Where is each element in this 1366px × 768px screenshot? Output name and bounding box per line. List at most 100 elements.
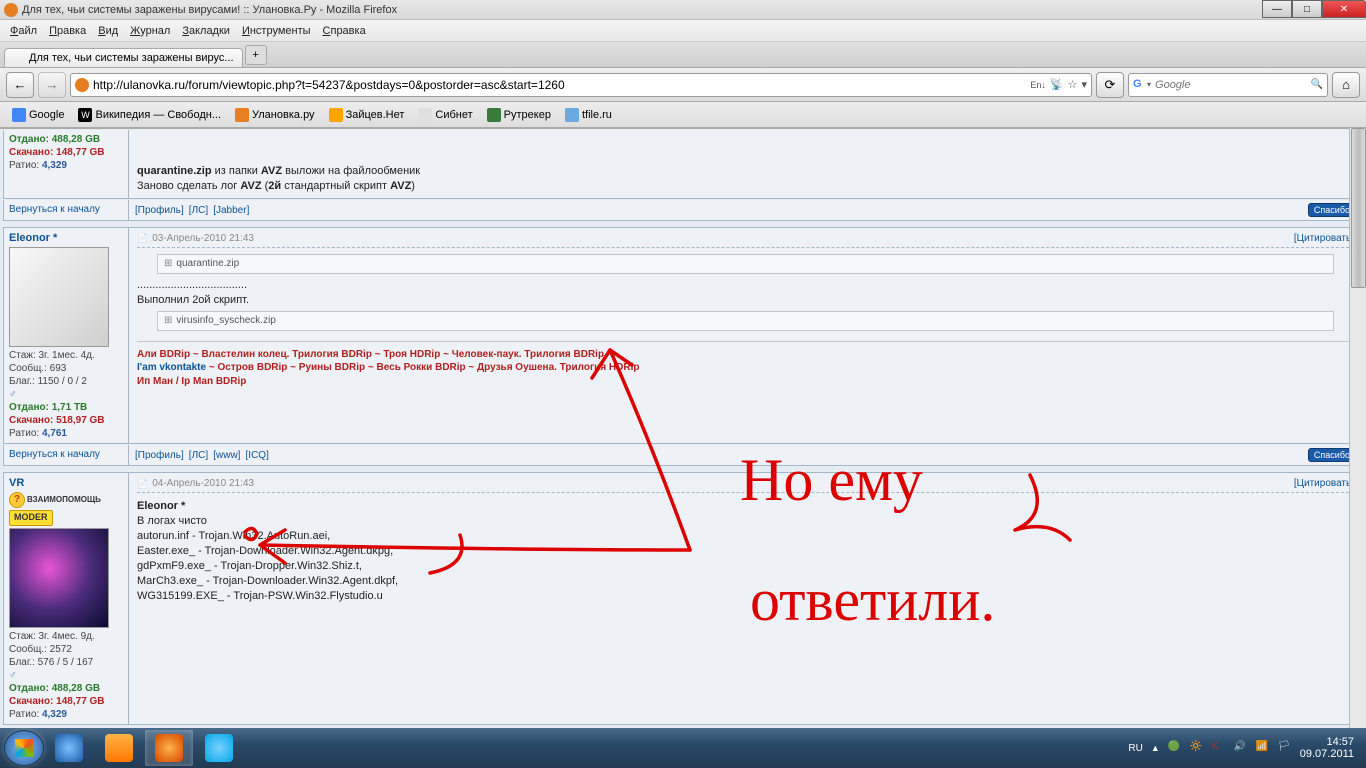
tray-icon-1[interactable]: 🟢 — [1168, 741, 1182, 755]
tab-current[interactable]: Для тех, чьи системы заражены вирус... — [4, 48, 243, 67]
bookmarks-bar: Google WВикипедия — Свободн... Улановка.… — [0, 102, 1366, 128]
attachment-box[interactable]: virusinfo_syscheck.zip — [157, 311, 1334, 331]
url-bar[interactable]: En↓ 📡 ☆ ▾ — [70, 73, 1092, 97]
page-content: Отдано: 488,28 GB Скачано: 148,77 GB Рат… — [0, 128, 1366, 728]
reload-button[interactable]: ⟳ — [1096, 72, 1124, 98]
user-column: Отдано: 488,28 GB Скачано: 148,77 GB Рат… — [4, 130, 129, 198]
bookmark-star-icon[interactable]: ☆ — [1068, 78, 1078, 91]
icq-link[interactable]: ICQ — [246, 450, 269, 461]
site-favicon-icon — [75, 78, 89, 92]
user-column: Eleonor * Стаж: 3г. 1мес. 4д. Сообщ.: 69… — [4, 228, 129, 443]
window-close-button[interactable]: ✕ — [1322, 0, 1366, 18]
user-column: VR ? ВЗАИМОПОМОЩЬ MODER Стаж: 3г. 4мес. … — [4, 473, 129, 724]
zaycev-icon — [329, 108, 343, 122]
language-indicator[interactable]: RU — [1128, 743, 1142, 754]
google-icon — [12, 108, 26, 122]
attachment-box[interactable]: quarantine.zip — [157, 254, 1334, 274]
back-to-top-link[interactable]: Вернуться к началу — [9, 204, 100, 215]
system-tray: RU ▲ 🟢 🔆 K 🔊 📶 🏳 14:57 09.07.2011 — [1128, 736, 1362, 760]
wikipedia-icon: W — [78, 108, 92, 122]
pm-link[interactable]: ЛС — [189, 450, 208, 461]
post-date: 04-Апрель-2010 21:43 — [137, 477, 254, 491]
moder-badge: MODER — [9, 510, 53, 526]
back-button[interactable]: ← — [6, 72, 34, 98]
search-input[interactable] — [1151, 79, 1311, 91]
tab-favicon-icon — [13, 52, 25, 64]
taskbar-item-firefox[interactable] — [145, 730, 193, 766]
tray-arrow-icon[interactable]: ▲ — [1151, 743, 1160, 753]
taskbar-item-wmp[interactable] — [95, 730, 143, 766]
search-go-icon[interactable]: 🔍 — [1311, 79, 1323, 90]
search-box[interactable]: G ▾ 🔍 — [1128, 73, 1328, 97]
ulanovka-icon — [235, 108, 249, 122]
quote-button[interactable]: Цитировать — [1294, 477, 1354, 491]
signature: Али BDRip ~ Властелин колец. Трилогия BD… — [137, 341, 1354, 389]
post-date: 03-Апрель-2010 21:43 — [137, 232, 254, 246]
profile-link[interactable]: Профиль — [135, 205, 184, 216]
windows-logo-icon — [15, 739, 33, 757]
tab-new-button[interactable]: + — [245, 45, 267, 65]
menu-history[interactable]: Журнал — [124, 23, 176, 39]
home-button[interactable]: ⌂ — [1332, 72, 1360, 98]
username-link[interactable]: VR — [9, 477, 24, 489]
post-body: quarantine.zip quarantine.zip из папки A… — [129, 130, 1362, 198]
window-titlebar: Для тех, чьи системы заражены вирусами! … — [0, 0, 1366, 20]
avatar — [9, 528, 109, 628]
action-center-icon[interactable]: 🏳 — [1278, 741, 1292, 755]
jabber-link[interactable]: Jabber — [213, 205, 249, 216]
username-link[interactable]: Eleonor * — [9, 232, 57, 244]
menu-bookmarks[interactable]: Закладки — [176, 23, 236, 39]
volume-icon[interactable]: 🔊 — [1234, 741, 1248, 755]
menu-help[interactable]: Справка — [317, 23, 372, 39]
profile-link[interactable]: Профиль — [135, 450, 184, 461]
forward-button[interactable]: → — [38, 72, 66, 98]
skype-icon — [205, 734, 233, 762]
post-footer: Вернуться к началу Профиль ЛС Jabber Спа… — [3, 200, 1363, 221]
firefox-icon — [4, 3, 18, 17]
firefox-taskbar-icon — [155, 734, 183, 762]
clock[interactable]: 14:57 09.07.2011 — [1300, 736, 1354, 760]
help-badge-icon: ? — [9, 492, 25, 508]
wmp-icon — [105, 734, 133, 762]
avatar — [9, 247, 109, 347]
tray-icon-kaspersky[interactable]: K — [1212, 741, 1226, 755]
lang-indicator-icon: En↓ — [1030, 80, 1046, 90]
bookmark-tfile[interactable]: tfile.ru — [559, 106, 618, 124]
bookmark-ulanovka[interactable]: Улановка.ру — [229, 106, 321, 124]
window-minimize-button[interactable]: — — [1262, 0, 1292, 18]
tab-bar: Для тех, чьи системы заражены вирус... + — [0, 42, 1366, 68]
taskbar-item-skype[interactable] — [195, 730, 243, 766]
tray-icon-2[interactable]: 🔆 — [1190, 741, 1204, 755]
scrollbar[interactable] — [1349, 128, 1366, 728]
back-to-top-link[interactable]: Вернуться к началу — [9, 449, 100, 460]
menu-view[interactable]: Вид — [92, 23, 124, 39]
menu-edit[interactable]: Правка — [43, 23, 92, 39]
window-title: Для тех, чьи системы заражены вирусами! … — [22, 4, 1362, 16]
network-icon[interactable]: 📶 — [1256, 741, 1270, 755]
bookmark-sibnet[interactable]: Сибнет — [412, 106, 478, 124]
www-link[interactable]: www — [213, 450, 240, 461]
quote-button[interactable]: Цитировать — [1294, 232, 1354, 246]
sibnet-icon — [418, 108, 432, 122]
pm-link[interactable]: ЛС — [189, 205, 208, 216]
feed-icon[interactable]: 📡 — [1050, 78, 1064, 91]
window-maximize-button[interactable]: □ — [1292, 0, 1322, 18]
urlbar-icons: En↓ 📡 ☆ ▾ — [1030, 78, 1087, 91]
profile-links: Профиль ЛС Jabber — [135, 204, 251, 216]
bookmark-zaycev[interactable]: Зайцев.Нет — [323, 106, 411, 124]
taskbar: RU ▲ 🟢 🔆 K 🔊 📶 🏳 14:57 09.07.2011 — [0, 728, 1366, 768]
bookmark-google[interactable]: Google — [6, 106, 70, 124]
menu-file[interactable]: Файл — [4, 23, 43, 39]
post-body: 03-Апрель-2010 21:43 Цитировать quaranti… — [129, 228, 1362, 443]
menu-tools[interactable]: Инструменты — [236, 23, 317, 39]
dropdown-icon[interactable]: ▾ — [1081, 78, 1087, 91]
start-button[interactable] — [4, 730, 44, 766]
taskbar-item-ie[interactable] — [45, 730, 93, 766]
bookmark-rutracker[interactable]: Рутрекер — [481, 106, 557, 124]
tab-title: Для тех, чьи системы заражены вирус... — [29, 52, 234, 64]
rutracker-icon — [487, 108, 501, 122]
scrollbar-thumb[interactable] — [1351, 128, 1366, 288]
bookmark-wikipedia[interactable]: WВикипедия — Свободн... — [72, 106, 227, 124]
url-input[interactable] — [93, 78, 1030, 92]
nav-toolbar: ← → En↓ 📡 ☆ ▾ ⟳ G ▾ 🔍 ⌂ — [0, 68, 1366, 102]
